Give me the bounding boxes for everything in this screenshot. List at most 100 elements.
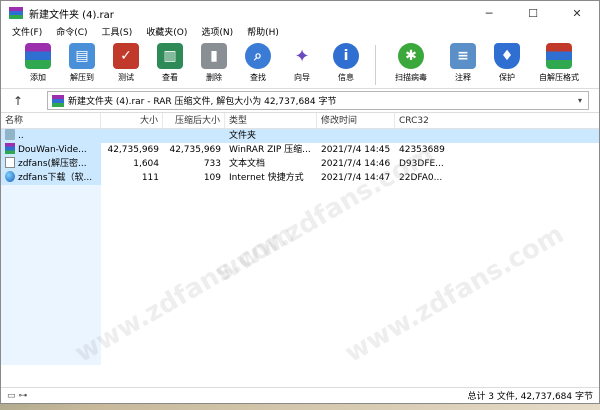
menu-file[interactable]: 文件(F) — [5, 25, 49, 41]
file-type: Internet 快捷方式 — [229, 173, 304, 183]
extract-to-label: 解压到 — [70, 73, 94, 82]
zip-archive-icon — [5, 143, 15, 154]
address-text: 新建文件夹 (4).rar - RAR 压缩文件, 解包大小为 42,737,6… — [68, 97, 337, 107]
file-type: 文件夹 — [229, 131, 257, 141]
sfx-label: 自解压格式 — [539, 73, 579, 82]
add-button[interactable]: 添加 — [17, 41, 59, 87]
wizard-label: 向导 — [294, 73, 310, 82]
magic-wand-icon: ✦ — [289, 43, 315, 69]
file-crc: D93DFE... — [399, 159, 444, 169]
file-list: .. 文件夹 DouWan-Vide... 42,735,969 42,735,… — [1, 129, 599, 369]
menu-options[interactable]: 选项(N) — [194, 25, 240, 41]
address-field[interactable]: 新建文件夹 (4).rar - RAR 压缩文件, 解包大小为 42,737,6… — [47, 91, 589, 110]
test-checklist-icon: ✓ — [113, 43, 139, 69]
file-modified: 2021/7/4 14:46 — [321, 159, 391, 169]
text-file-icon — [5, 157, 15, 168]
virus-scan-button[interactable]: ✱ 扫描病毒 — [382, 41, 440, 87]
folder-icon — [5, 129, 15, 140]
column-modified[interactable]: 修改时间 — [317, 113, 395, 128]
delete-label: 删除 — [206, 73, 222, 82]
magnifier-icon: ⌕ — [245, 43, 271, 69]
menu-favorites[interactable]: 收藏夹(O) — [139, 25, 194, 41]
trash-icon: ▮ — [201, 43, 227, 69]
internet-shortcut-icon — [5, 171, 15, 182]
find-button[interactable]: ⌕ 查找 — [237, 41, 279, 87]
file-name: .. — [18, 131, 24, 141]
column-type[interactable]: 类型 — [225, 113, 317, 128]
column-packed-size[interactable]: 压缩后大小 — [163, 113, 225, 128]
up-folder-button[interactable]: ↑ — [9, 92, 27, 110]
menu-help[interactable]: 帮助(H) — [240, 25, 286, 41]
file-size: 42,735,969 — [107, 145, 159, 155]
menu-bar: 文件(F) 命令(C) 工具(S) 收藏夹(O) 选项(N) 帮助(H) — [1, 25, 599, 41]
column-size[interactable]: 大小 — [101, 113, 163, 128]
info-icon: i — [333, 43, 359, 69]
test-button[interactable]: ✓ 测试 — [105, 41, 147, 87]
column-name[interactable]: 名称 — [1, 113, 101, 128]
sfx-button[interactable]: 自解压格式 — [530, 41, 588, 87]
comment-bubble-icon: ≡ — [450, 43, 476, 69]
table-row[interactable]: zdfans下载（软... 111 109 Internet 快捷方式 2021… — [1, 171, 599, 185]
watermark: www.zdfans.com — [70, 219, 300, 369]
watermark: www.zdfans.com — [340, 219, 570, 369]
close-button[interactable]: ✕ — [555, 1, 599, 25]
delete-button[interactable]: ▮ 删除 — [193, 41, 235, 87]
rar-archive-icon — [52, 94, 64, 107]
minimize-button[interactable]: ─ — [467, 1, 511, 25]
file-modified: 2021/7/4 14:47 — [321, 173, 391, 183]
file-name: zdfans(解压密... — [18, 159, 87, 169]
protect-button[interactable]: ♦ 保护 — [486, 41, 528, 87]
protect-label: 保护 — [499, 73, 515, 82]
file-size: 111 — [141, 173, 159, 183]
file-name: zdfans下载（软... — [18, 173, 93, 183]
status-summary: 总计 3 文件, 42,737,684 字节 — [467, 392, 593, 402]
file-packed-size: 109 — [203, 173, 221, 183]
view-book-icon: ▥ — [157, 43, 183, 69]
sfx-archive-icon — [546, 43, 572, 69]
column-crc32[interactable]: CRC32 — [395, 113, 451, 128]
winrar-app-icon — [9, 6, 23, 20]
extract-to-button[interactable]: ▤ 解压到 — [61, 41, 103, 87]
toolbar: 添加 ▤ 解压到 ✓ 测试 ▥ 查看 ▮ 删除 ⌕ 查找 ✦ 向导 i 信息 ✱… — [1, 41, 599, 89]
file-packed-size: 42,735,969 — [169, 145, 221, 155]
file-crc: 22DFA0... — [399, 173, 443, 183]
file-size: 1,604 — [133, 159, 159, 169]
file-crc: 42353689 — [399, 145, 445, 155]
file-list-header: 名称 大小 压缩后大小 类型 修改时间 CRC32 — [1, 113, 599, 129]
address-dropdown-icon[interactable]: ▾ — [572, 96, 588, 105]
file-type: 文本文档 — [229, 159, 266, 169]
info-label: 信息 — [338, 73, 354, 82]
extract-folder-icon: ▤ — [69, 43, 95, 69]
address-bar: ↑ 新建文件夹 (4).rar - RAR 压缩文件, 解包大小为 42,737… — [1, 89, 599, 113]
window-title: 新建文件夹 (4).rar — [29, 9, 114, 21]
view-button[interactable]: ▥ 查看 — [149, 41, 191, 87]
view-label: 查看 — [162, 73, 178, 82]
table-row[interactable]: zdfans(解压密... 1,604 733 文本文档 2021/7/4 14… — [1, 157, 599, 171]
virus-scan-label: 扫描病毒 — [395, 73, 427, 82]
file-modified: 2021/7/4 14:45 — [321, 145, 391, 155]
winrar-window: 新建文件夹 (4).rar ─ ☐ ✕ 文件(F) 命令(C) 工具(S) 收藏… — [0, 0, 600, 404]
comment-button[interactable]: ≡ 注释 — [442, 41, 484, 87]
find-label: 查找 — [250, 73, 266, 82]
title-bar[interactable]: 新建文件夹 (4).rar ─ ☐ ✕ — [1, 1, 599, 25]
file-type: WinRAR ZIP 压缩... — [229, 145, 311, 155]
virus-bug-icon: ✱ — [398, 43, 424, 69]
maximize-button[interactable]: ☐ — [511, 1, 555, 25]
file-packed-size: 733 — [203, 159, 221, 169]
toolbar-separator — [375, 45, 376, 85]
comment-label: 注释 — [455, 73, 471, 82]
shield-icon: ♦ — [494, 43, 520, 69]
menu-commands[interactable]: 命令(C) — [49, 25, 94, 41]
wizard-button[interactable]: ✦ 向导 — [281, 41, 323, 87]
status-bar: ▭ ⊶ 总计 3 文件, 42,737,684 字节 — [1, 387, 599, 403]
table-row[interactable]: .. 文件夹 — [1, 129, 599, 143]
table-row[interactable]: DouWan-Vide... 42,735,969 42,735,969 Win… — [1, 143, 599, 157]
menu-tools[interactable]: 工具(S) — [95, 25, 140, 41]
status-drive-icons[interactable]: ▭ ⊶ — [1, 391, 81, 401]
test-label: 测试 — [118, 73, 134, 82]
file-name: DouWan-Vide... — [18, 145, 87, 155]
add-archive-icon — [25, 43, 51, 69]
add-label: 添加 — [30, 73, 46, 82]
name-column-highlight — [1, 185, 101, 365]
info-button[interactable]: i 信息 — [325, 41, 367, 87]
